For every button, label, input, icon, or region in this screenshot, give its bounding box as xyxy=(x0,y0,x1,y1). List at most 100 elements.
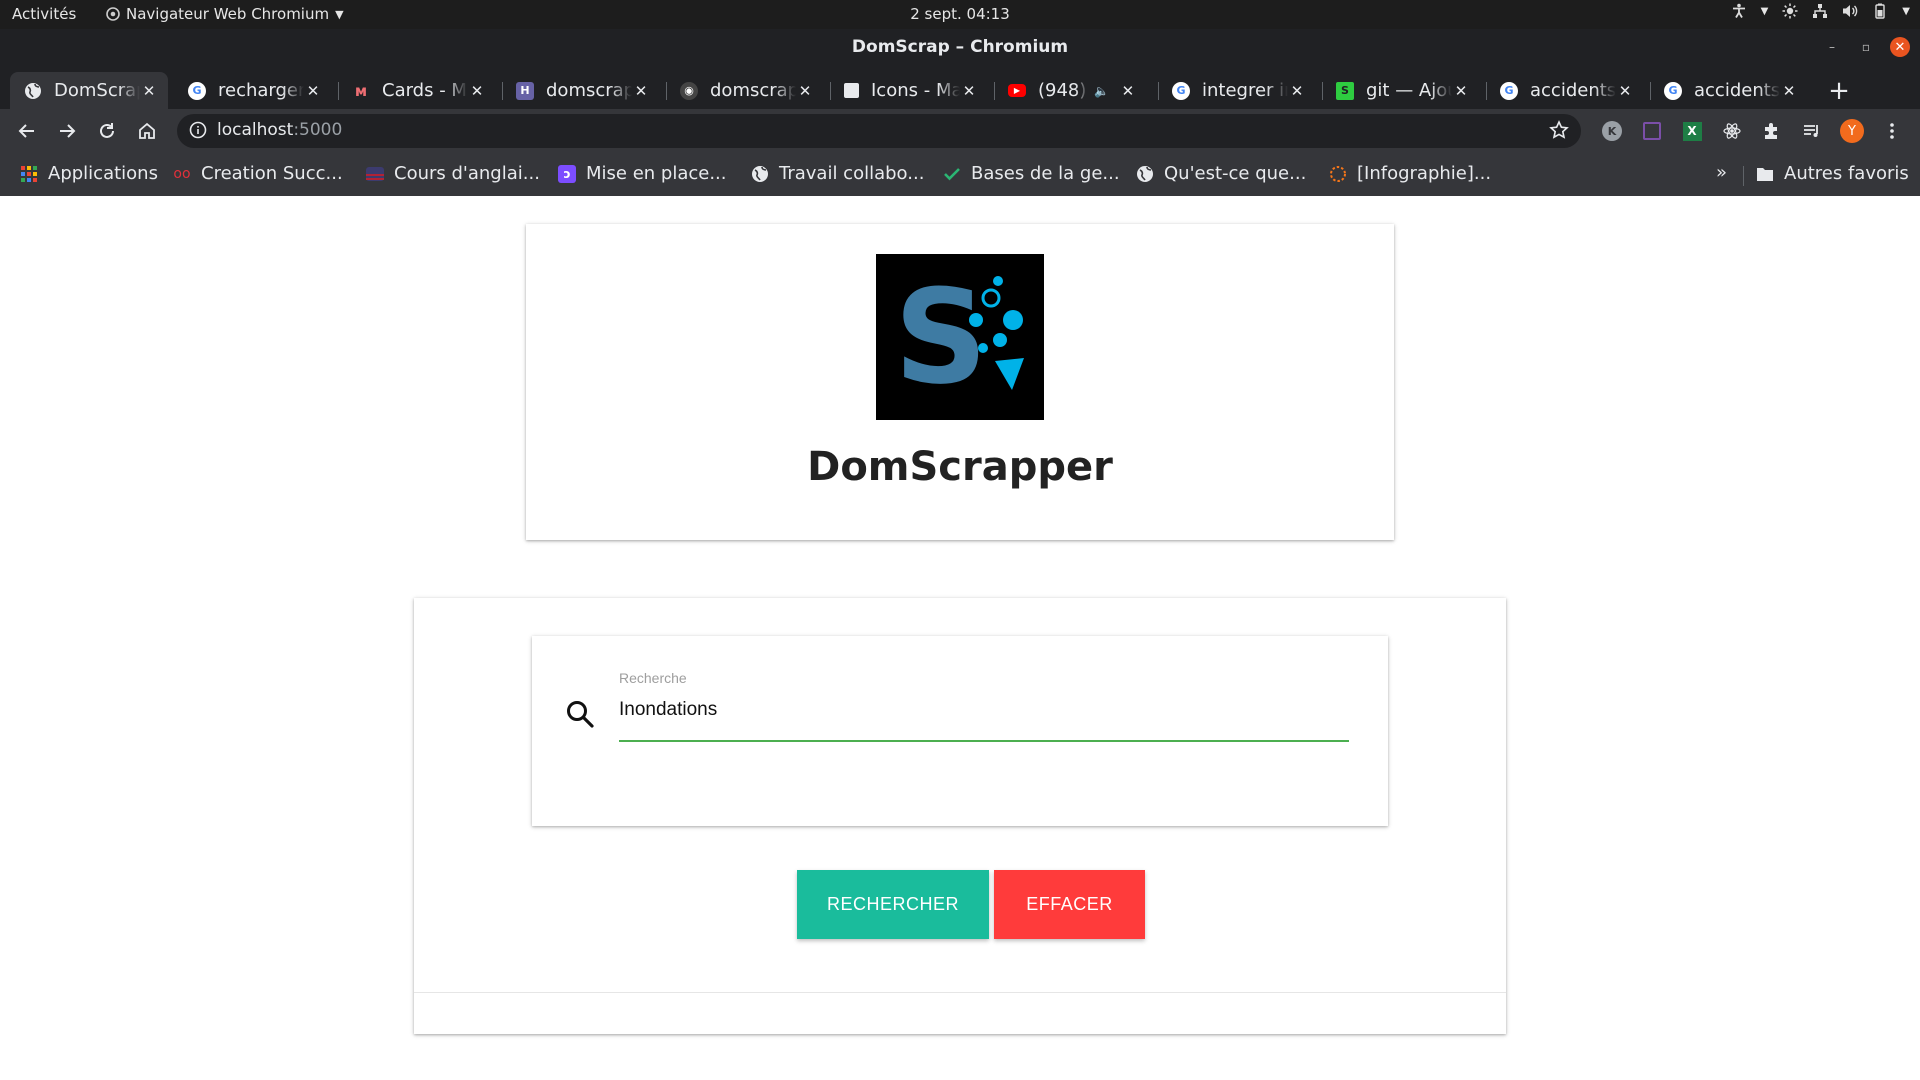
bookmark-star-icon[interactable] xyxy=(1549,120,1569,144)
bookmark-label: Travail collabo... xyxy=(779,163,925,184)
tab-label: (948) \ xyxy=(1038,80,1088,101)
apps-grid-icon xyxy=(20,165,38,183)
home-button[interactable] xyxy=(132,116,162,146)
globe-icon xyxy=(1136,165,1154,183)
tab-label: integrer ir xyxy=(1202,80,1288,101)
chevron-down-icon[interactable]: ▼ xyxy=(1761,6,1769,17)
card-divider xyxy=(414,992,1506,993)
bookmark-infographie[interactable]: [Infographie]... xyxy=(1329,163,1491,184)
audio-playing-icon[interactable]: 🔈 xyxy=(1094,84,1109,98)
battery-icon[interactable] xyxy=(1872,3,1888,19)
close-icon[interactable]: ✕ xyxy=(304,82,322,100)
close-icon[interactable]: ✕ xyxy=(468,82,486,100)
bookmark-label: Creation Succ... xyxy=(201,163,343,184)
materialize-icon: ᴍ xyxy=(354,81,368,100)
bookmarks-overflow-button[interactable]: » xyxy=(1716,162,1727,183)
bookmark-cours-anglais[interactable]: Cours d'anglai... xyxy=(366,163,540,184)
back-button[interactable] xyxy=(12,116,42,146)
minimize-button[interactable]: – xyxy=(1822,37,1842,57)
bookmarks-bar: Applications oo Creation Succ... Cours d… xyxy=(0,154,1920,196)
check-icon xyxy=(943,165,961,183)
bookmark-creation-succ[interactable]: oo Creation Succ... xyxy=(173,163,343,184)
chevron-down-icon[interactable]: ▼ xyxy=(1902,6,1910,17)
extension-onenote-icon[interactable] xyxy=(1639,118,1665,144)
close-icon[interactable]: ✕ xyxy=(632,82,650,100)
browser-toolbar: localhost:5000 K X Y xyxy=(0,109,1920,154)
logo-card: S DomScrapper xyxy=(526,224,1394,540)
close-icon[interactable]: ✕ xyxy=(1616,82,1634,100)
bookmark-bases-de-la-ge[interactable]: Bases de la ge... xyxy=(943,163,1120,184)
app-icon: ↄ xyxy=(558,164,576,183)
arrow-left-icon xyxy=(18,124,34,138)
bookmark-other-folder[interactable]: Autres favoris xyxy=(1756,163,1909,184)
tab-domscrap-heroku[interactable]: H domscrap ✕ xyxy=(502,72,660,109)
extension-excel-icon[interactable]: X xyxy=(1679,118,1705,144)
window-title-bar[interactable]: DomScrap – Chromium – ▫ ✕ xyxy=(0,29,1920,66)
close-icon[interactable]: ✕ xyxy=(1288,82,1306,100)
search-button[interactable]: RECHERCHER xyxy=(797,870,989,939)
close-icon[interactable]: ✕ xyxy=(796,82,814,100)
window-close-button[interactable]: ✕ xyxy=(1890,37,1910,57)
brightness-icon[interactable] xyxy=(1782,3,1798,19)
volume-icon[interactable] xyxy=(1842,3,1858,19)
loader-icon xyxy=(1329,165,1347,183)
url-text[interactable]: localhost:5000 xyxy=(217,120,342,140)
search-field-card: Recherche xyxy=(532,636,1388,826)
close-icon[interactable]: ✕ xyxy=(140,82,158,100)
tab-domscrap[interactable]: DomScrap ✕ xyxy=(10,72,168,109)
close-icon[interactable]: ✕ xyxy=(1119,82,1137,100)
network-icon[interactable] xyxy=(1812,3,1828,19)
tab-recharger[interactable]: G recharger ✕ xyxy=(174,72,332,109)
close-icon[interactable]: ✕ xyxy=(960,82,978,100)
info-icon[interactable] xyxy=(189,121,207,143)
close-icon[interactable]: ✕ xyxy=(1780,82,1798,100)
bookmark-mise-en-place[interactable]: ↄ Mise en place... xyxy=(558,163,727,184)
kebab-menu-icon[interactable] xyxy=(1879,118,1905,144)
flag-icon xyxy=(366,165,384,183)
globe-icon xyxy=(751,165,769,183)
tab-icons[interactable]: Icons - Ma ✕ xyxy=(830,72,988,109)
app-title: DomScrapper xyxy=(807,444,1113,490)
bookmark-travail-collabo[interactable]: Travail collabo... xyxy=(751,163,924,184)
search-icon xyxy=(564,698,596,735)
bookmark-label: Autres favoris xyxy=(1784,163,1909,184)
tab-integrer[interactable]: G integrer ir ✕ xyxy=(1158,72,1316,109)
tab-accidents-1[interactable]: G accidents ✕ xyxy=(1486,72,1644,109)
bookmark-quest-ce-que[interactable]: Qu'est-ce que... xyxy=(1136,163,1306,184)
bookmark-applications[interactable]: Applications xyxy=(20,163,158,184)
system-tray[interactable]: ▼ ▼ xyxy=(1731,3,1910,19)
media-queue-icon[interactable] xyxy=(1799,118,1825,144)
tab-domscrap-github[interactable]: ◉ domscrap ✕ xyxy=(666,72,824,109)
accessibility-icon[interactable] xyxy=(1731,3,1747,19)
clear-button[interactable]: EFFACER xyxy=(994,870,1145,939)
maximize-button[interactable]: ▫ xyxy=(1856,37,1876,57)
reload-button[interactable] xyxy=(92,116,122,146)
google-icon: G xyxy=(1172,81,1190,100)
extensions-puzzle-icon[interactable] xyxy=(1759,118,1785,144)
tab-cards[interactable]: ᴍ Cards - Ma ✕ xyxy=(338,72,496,109)
profile-avatar[interactable]: Y xyxy=(1839,118,1865,144)
bookmark-label: Cours d'anglai... xyxy=(394,163,540,184)
close-icon[interactable]: ✕ xyxy=(1452,82,1470,100)
extension-k-icon[interactable]: K xyxy=(1599,118,1625,144)
tab-accidents-2[interactable]: G accidents ✕ xyxy=(1650,72,1808,109)
tab-label: Icons - Ma xyxy=(871,80,960,101)
globe-icon xyxy=(24,82,42,100)
address-bar[interactable]: localhost:5000 xyxy=(177,114,1581,148)
extension-react-icon[interactable] xyxy=(1719,118,1745,144)
system-top-bar: Activités Navigateur Web Chromium ▼ 2 se… xyxy=(0,0,1920,29)
search-input[interactable] xyxy=(619,694,1349,726)
chevron-down-icon: ▼ xyxy=(335,7,344,21)
tab-label: git — Ajou xyxy=(1366,80,1452,101)
forward-button[interactable] xyxy=(52,116,82,146)
search-card: Recherche xyxy=(414,598,1506,1034)
new-tab-button[interactable]: + xyxy=(1824,76,1854,106)
reload-icon xyxy=(100,123,114,138)
bookmark-label: Mise en place... xyxy=(586,163,727,184)
stackoverflow-icon: S xyxy=(1336,81,1354,100)
tab-git[interactable]: S git — Ajou ✕ xyxy=(1322,72,1480,109)
app-menu[interactable]: Navigateur Web Chromium ▼ xyxy=(106,5,344,23)
activities-button[interactable]: Activités xyxy=(12,5,76,23)
tab-youtube[interactable]: ▶ (948) \ 🔈 ✕ xyxy=(994,72,1152,109)
tab-label: Cards - Ma xyxy=(382,80,468,101)
